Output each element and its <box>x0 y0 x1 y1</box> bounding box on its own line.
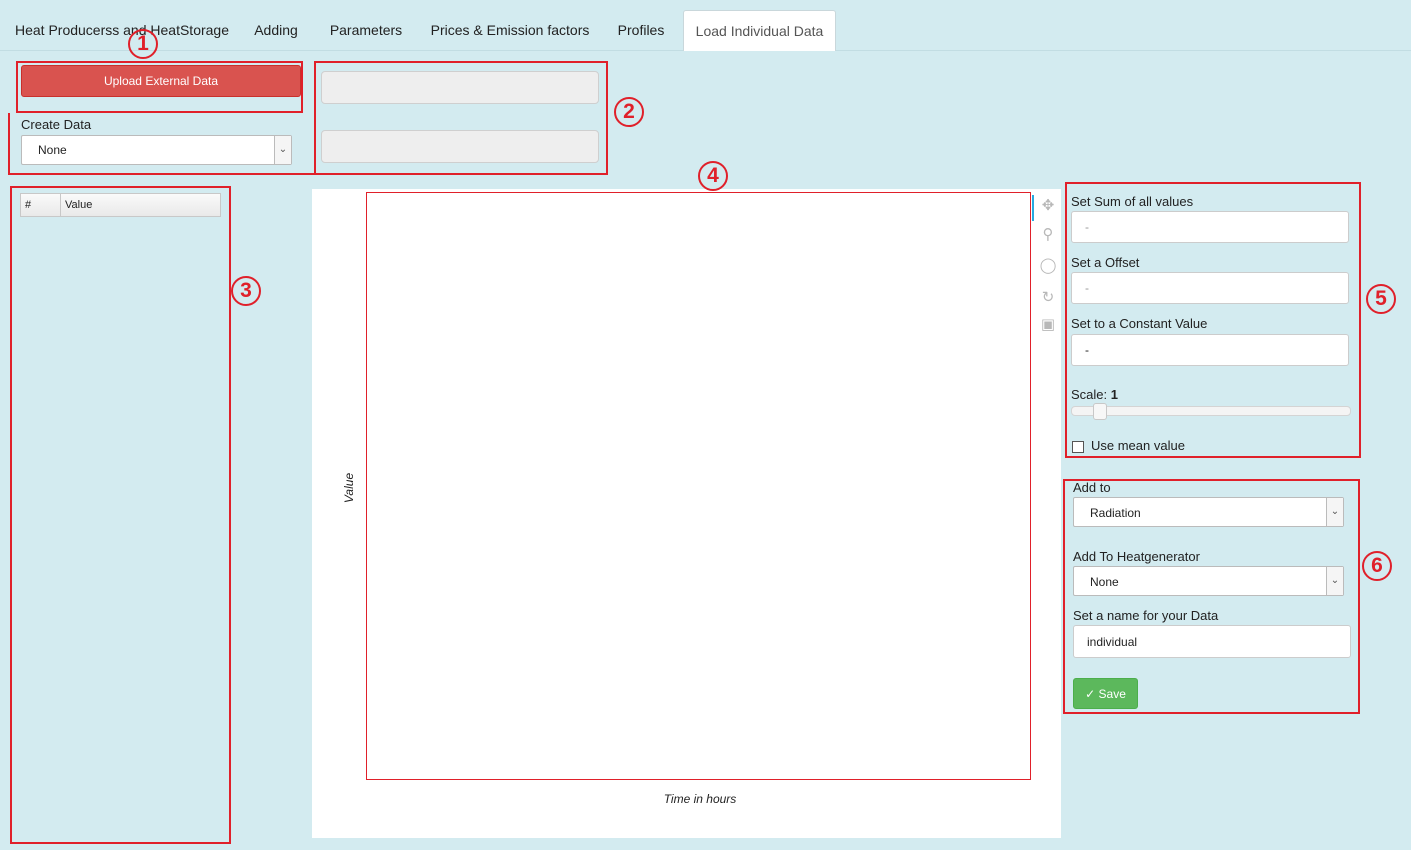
data-name-input[interactable]: individual <box>1073 625 1351 658</box>
add-to-select[interactable]: Radiation ⌄ <box>1073 497 1344 527</box>
table-header-index[interactable]: # <box>20 193 61 217</box>
tab-bar: Heat Producerss and HeatStorage Adding P… <box>0 0 1411 51</box>
chevron-down-icon: ⌄ <box>1326 567 1343 595</box>
chevron-down-icon: ⌄ <box>1326 498 1343 526</box>
save-icon[interactable]: ▣ <box>1039 316 1057 334</box>
annotation-badge-3: 3 <box>231 276 261 306</box>
scale-slider-handle[interactable] <box>1093 403 1107 420</box>
scale-slider[interactable] <box>1071 406 1351 416</box>
sum-label: Set Sum of all values <box>1071 194 1194 209</box>
toolbar-active-indicator <box>1032 195 1034 221</box>
pan-icon[interactable]: ✥ <box>1039 197 1057 215</box>
annotation-badge-6: 6 <box>1362 551 1392 581</box>
tab-adding[interactable]: Adding <box>241 10 311 50</box>
create-data-select[interactable]: None ⌄ <box>21 135 292 165</box>
box-zoom-icon[interactable]: ⚲ <box>1039 226 1057 244</box>
heatgen-selected: None <box>1090 575 1119 589</box>
tab-heat-producers[interactable]: Heat Producerss and HeatStorage <box>10 10 234 50</box>
upload-info-field <box>321 130 599 163</box>
annotation-badge-4: 4 <box>698 161 728 191</box>
wheel-zoom-icon[interactable]: ◯ <box>1039 257 1057 275</box>
plot-canvas[interactable] <box>367 193 1030 779</box>
data-name-label: Set a name for your Data <box>1073 608 1219 623</box>
reset-icon[interactable]: ↻ <box>1039 289 1057 307</box>
constant-input[interactable]: - <box>1071 334 1349 366</box>
heatgen-select[interactable]: None ⌄ <box>1073 566 1344 596</box>
annotation-badge-1: 1 <box>128 29 158 59</box>
chevron-down-icon: ⌄ <box>274 136 291 164</box>
heatgen-label: Add To Heatgenerator <box>1073 549 1200 564</box>
table-header-value[interactable]: Value <box>60 193 221 217</box>
y-axis-label: Value <box>342 472 356 504</box>
upload-status-field <box>321 71 599 104</box>
scale-value: 1 <box>1110 387 1118 402</box>
save-button[interactable]: ✓ Save <box>1073 678 1138 709</box>
create-data-label: Create Data <box>21 117 92 132</box>
use-mean-checkbox[interactable] <box>1072 441 1084 453</box>
create-data-selected: None <box>38 143 67 157</box>
sum-input[interactable]: - <box>1071 211 1349 243</box>
tab-profiles[interactable]: Profiles <box>606 10 676 50</box>
constant-label: Set to a Constant Value <box>1071 316 1208 331</box>
tab-prices-emission[interactable]: Prices & Emission factors <box>421 10 599 50</box>
offset-input[interactable]: - <box>1071 272 1349 304</box>
tab-load-individual-data[interactable]: Load Individual Data <box>683 10 836 51</box>
x-axis-label: Time in hours <box>663 792 737 806</box>
scale-label-text: Scale: <box>1071 387 1108 402</box>
annotation-badge-5: 5 <box>1366 284 1396 314</box>
add-to-selected: Radiation <box>1090 506 1141 520</box>
tab-parameters[interactable]: Parameters <box>318 10 414 50</box>
use-mean-label: Use mean value <box>1091 438 1185 453</box>
annotation-badge-2: 2 <box>614 97 644 127</box>
offset-label: Set a Offset <box>1071 255 1140 270</box>
scale-label: Scale: 1 <box>1071 387 1118 402</box>
add-to-label: Add to <box>1073 480 1111 495</box>
annotation-box-3 <box>10 186 231 844</box>
